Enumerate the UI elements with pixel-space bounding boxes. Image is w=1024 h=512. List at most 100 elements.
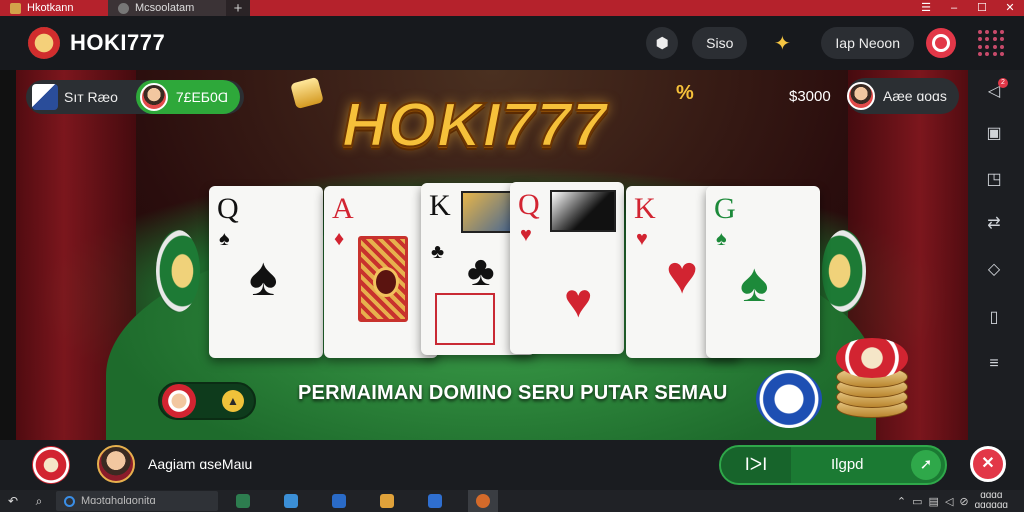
taskbar-app-active[interactable] <box>468 490 498 512</box>
minimize-button[interactable]: – <box>940 0 968 16</box>
play-label: Ilgpd <box>831 456 864 473</box>
taskbar-app-icon[interactable] <box>276 490 306 512</box>
card-suit-small: ♠ <box>716 228 727 250</box>
tag-icon[interactable]: ◇ <box>982 258 1006 282</box>
card-suit-large: ♥ <box>666 245 699 305</box>
taskbar-app-icon[interactable] <box>228 490 258 512</box>
right-player-amount: $3000 <box>789 88 831 105</box>
blue-chip-icon <box>756 370 822 428</box>
right-player-name: Aæe ɑoɑs <box>883 88 947 104</box>
player-face-avatar <box>139 83 168 111</box>
os-taskbar: ↶ ⌕ Mɑɔtɑhɑlɑonitɑ ⌃ ▭ ▤ ◁ ⊘ ɑɑɑɑ ɑɑɑɑɑɑ <box>0 490 1024 512</box>
game-logo-text: HOKI777 <box>341 90 608 161</box>
card-suit-small: ♣ <box>431 241 445 263</box>
tray-network-icon[interactable]: ⊘ <box>959 495 968 508</box>
game-stage: Sıт Ræo 7£ЕБ0Ɑ HOKI777 % $3000 Aæe ɑoɑs … <box>16 70 968 440</box>
playing-card[interactable]: Q ♥ ♥ <box>510 182 624 354</box>
tray-message-icon[interactable]: ▤ <box>929 495 939 508</box>
tray-volume-icon[interactable]: ◁ <box>945 495 953 508</box>
browser-tab-active[interactable]: Hkotkann <box>0 0 108 16</box>
playing-card[interactable]: G ♠ ♠ <box>706 186 820 358</box>
close-icon[interactable]: ✕ <box>970 446 1006 482</box>
back-icon[interactable]: ↶ <box>0 494 26 508</box>
menu-lines-icon[interactable]: ≡ <box>982 352 1006 376</box>
player-face-avatar <box>847 82 875 110</box>
left-player-panel[interactable]: Sıт Ræo 7£ЕБ0Ɑ <box>26 80 245 114</box>
screen-icon[interactable]: ◳ <box>982 168 1006 192</box>
browser-tab[interactable]: Mcsoolatam <box>108 0 226 16</box>
new-tab-button[interactable]: + <box>226 0 250 17</box>
brand-logo-icon <box>28 27 60 59</box>
chip-icon[interactable] <box>32 446 70 484</box>
tab-strip-fill <box>250 0 912 16</box>
bet-shield-icon[interactable]: ▲ <box>222 390 244 412</box>
search-icon[interactable]: ⌕ <box>26 494 52 509</box>
bet-chip-icon <box>162 384 196 418</box>
player-avatar <box>32 84 58 110</box>
card-suit-large: ♣ <box>467 247 495 294</box>
browser-tab-bar: Hkotkann Mcsoolatam + ☰ – ☐ ✕ <box>0 0 1024 17</box>
app-title: HOKI777 <box>70 30 166 55</box>
app-window: Hkotkann Mcsoolatam + ☰ – ☐ ✕ HOKI777 ⬢ … <box>0 0 1024 512</box>
play-button[interactable]: ⅠᐳⅠ Ilgpd ➚ <box>719 445 947 485</box>
card-back-art <box>358 236 408 322</box>
card-suit-small: ♦ <box>334 228 345 250</box>
card-suit-small: ♥ <box>520 224 532 246</box>
cortana-icon <box>64 495 75 507</box>
card-rank: Q <box>518 188 540 221</box>
record-icon[interactable] <box>926 28 956 58</box>
taskbar-app-icon[interactable] <box>324 490 354 512</box>
card-suit-large: ♠ <box>740 253 769 313</box>
menu-icon[interactable]: ☰ <box>912 0 940 16</box>
card-rank: G <box>714 192 736 225</box>
search-placeholder: Mɑɔtɑhɑlɑonitɑ <box>81 495 156 507</box>
maximize-button[interactable]: ☐ <box>968 0 996 16</box>
gallery-icon[interactable]: ▣ <box>982 122 1006 146</box>
header-pill-button[interactable]: Siso <box>692 27 748 59</box>
playing-card[interactable]: Q ♠ ♠ <box>209 186 323 358</box>
taskbar-search-input[interactable]: Mɑɔtɑhɑlɑonitɑ <box>56 491 218 511</box>
chip-stack-icon <box>836 338 908 420</box>
shield-icon[interactable]: ⬢ <box>646 27 679 59</box>
card-suit-small: ♥ <box>636 228 648 250</box>
notification-badge: 2 <box>998 78 1008 88</box>
tab-favicon-icon <box>10 2 21 14</box>
right-player-panel[interactable]: Aæe ɑoɑs <box>847 78 959 114</box>
left-chip-icon <box>156 230 200 312</box>
taskbar-app-icon[interactable] <box>372 490 402 512</box>
bottom-bar: Aagiam ɑseMaιu ⅠᐳⅠ Ilgpd ➚ ✕ <box>0 440 1024 490</box>
app-header: HOKI777 ⬢ Siso ✦ Iap Neoon <box>0 16 1024 70</box>
card-pips <box>435 293 495 345</box>
card-suit-large: ♥ <box>564 275 593 328</box>
clock-date: ɑɑɑɑɑɑ <box>974 500 1008 511</box>
right-sidebar: ◁ 2 ▣ ◳ ⇄ ◇ ▯ ≡ <box>968 70 1024 440</box>
right-chip-icon <box>822 230 866 312</box>
card-rank: A <box>332 192 354 225</box>
tray-keyboard-icon[interactable]: ▭ <box>912 495 922 508</box>
card-rank: Q <box>217 192 239 225</box>
gold-chip-icon <box>290 76 324 110</box>
apps-grid-icon[interactable] <box>976 28 1006 58</box>
play-controls[interactable]: ⅠᐳⅠ <box>721 447 791 483</box>
card-suit-small: ♠ <box>219 228 230 250</box>
tab-label: Hkotkann <box>27 2 74 14</box>
share-icon[interactable]: ⇄ <box>982 212 1006 236</box>
tray-up-icon[interactable]: ⌃ <box>897 495 906 508</box>
face-card-art <box>550 190 616 232</box>
account-button[interactable]: Iap Neoon <box>821 27 914 59</box>
card-rank: K <box>429 189 451 222</box>
taskbar-clock[interactable]: ɑɑɑɑ ɑɑɑɑɑɑ <box>975 491 1008 511</box>
close-window-button[interactable]: ✕ <box>996 0 1024 16</box>
taskbar-app-icon[interactable] <box>420 490 450 512</box>
tab-favicon-icon <box>118 2 129 14</box>
book-icon[interactable]: ▯ <box>982 306 1006 330</box>
arrow-icon[interactable]: ➚ <box>911 450 941 480</box>
left-player-balance[interactable]: 7£ЕБ0Ɑ <box>135 80 241 114</box>
card-suit-large: ♠ <box>249 247 278 307</box>
bottom-player-avatar[interactable] <box>97 445 135 483</box>
coins-icon[interactable]: ✦ <box>765 27 799 59</box>
tab-label: Mcsoolatam <box>135 2 195 14</box>
bottom-player-name: Aagiam ɑseMaιu <box>148 456 253 472</box>
balance-value: 7£ЕБ0Ɑ <box>175 89 229 105</box>
left-player-name: Sıт Ræo <box>64 89 118 105</box>
